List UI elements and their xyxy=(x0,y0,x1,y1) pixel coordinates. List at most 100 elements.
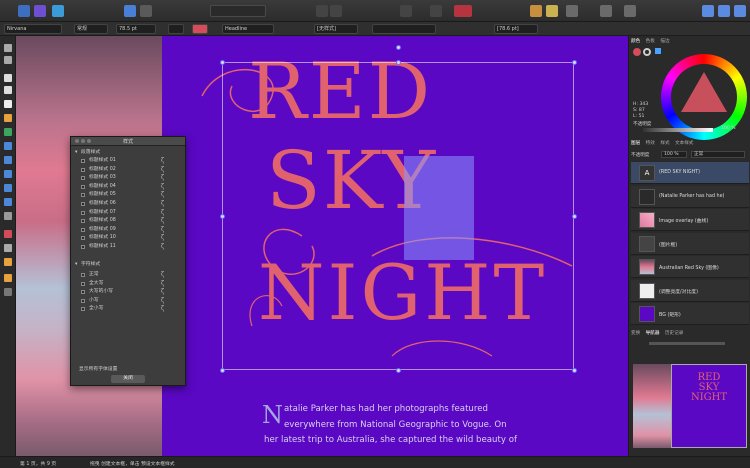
alignment-group[interactable] xyxy=(372,24,436,34)
character-style-item[interactable]: 全大写 ζ xyxy=(71,280,185,288)
node-tool-icon[interactable] xyxy=(4,56,12,64)
paragraph-style-item[interactable]: 标题样式 01 ζ xyxy=(71,157,185,165)
preflight-icon[interactable] xyxy=(454,5,472,17)
fill-tool-icon[interactable] xyxy=(4,230,12,238)
app-logo-icon[interactable] xyxy=(4,5,16,17)
character-style-item[interactable]: 全小写 ζ xyxy=(71,305,185,313)
tab-effects[interactable]: 特效 xyxy=(646,141,655,146)
character-style-select[interactable]: [无样式] xyxy=(314,24,358,34)
resize-handle-t[interactable] xyxy=(396,60,401,65)
flip-icon[interactable] xyxy=(624,5,636,17)
paragraph-style-item[interactable]: 标题样式 05 ζ xyxy=(71,191,185,199)
arrange-icon[interactable] xyxy=(530,5,542,17)
character-styles-group[interactable]: ▾ 字符样式 xyxy=(71,261,185,269)
style-checkbox[interactable] xyxy=(81,167,85,172)
font-size-field[interactable]: 78.5 pt xyxy=(116,24,156,34)
paragraph-style-item[interactable]: 标题样式 03 ζ xyxy=(71,174,185,182)
style-checkbox[interactable] xyxy=(81,219,85,224)
page-indicator[interactable]: 第 1 页，共 9 页 xyxy=(20,460,56,467)
body-text-frame[interactable]: N atalie Parker has had her photographs … xyxy=(262,402,564,449)
navigator-tabs[interactable]: 变换 导航器 历史记录 xyxy=(631,330,687,338)
navigator-thumbnail[interactable]: RED SKY NIGHT xyxy=(633,364,747,448)
window-titlebar[interactable]: 样式 xyxy=(71,137,185,146)
resize-handle-b[interactable] xyxy=(396,368,401,373)
artistic-text-tool-icon[interactable] xyxy=(4,100,12,108)
resize-handle-br[interactable] xyxy=(572,368,577,373)
close-button[interactable]: 关闭 xyxy=(111,375,145,383)
picture-frame-tool-icon[interactable] xyxy=(4,184,12,192)
style-checkbox[interactable] xyxy=(81,202,85,206)
studio-icon[interactable] xyxy=(124,5,136,17)
layers-panel-tabs[interactable]: 图层 特效 样式 文本样式 xyxy=(631,140,697,148)
paragraph-style-item[interactable]: 标题样式 06 ζ xyxy=(71,200,185,208)
snap-icon[interactable] xyxy=(316,5,328,17)
show-all-settings-label[interactable]: 显示所有字体设置 xyxy=(79,365,117,372)
style-checkbox[interactable] xyxy=(81,210,85,215)
tab-styles[interactable]: 样式 xyxy=(660,141,669,146)
resize-handle-r[interactable] xyxy=(572,214,577,219)
tab-transform[interactable]: 变换 xyxy=(631,331,640,336)
pencil-tool-icon[interactable] xyxy=(4,128,12,136)
opacity-value[interactable]: 100 % xyxy=(721,126,736,131)
layer-row[interactable]: BG (矩形) xyxy=(631,303,749,325)
layer-row[interactable]: Image overlay (曲线) xyxy=(631,209,749,231)
frame-text-tool-icon[interactable] xyxy=(4,74,12,82)
paragraph-style-item[interactable]: 标题样式 11 ζ xyxy=(71,243,185,251)
rectangle-tool-icon[interactable] xyxy=(4,142,12,150)
layer-row[interactable]: (Natalie Parker has had he) xyxy=(631,185,749,208)
resize-handle-bl[interactable] xyxy=(220,368,225,373)
style-checkbox[interactable] xyxy=(81,159,85,163)
style-checkbox[interactable] xyxy=(81,290,85,295)
font-family-select[interactable]: Nirvana xyxy=(4,24,62,34)
pen-tool-icon[interactable] xyxy=(4,114,12,122)
style-checkbox[interactable] xyxy=(81,307,85,312)
stroke-color-circle[interactable] xyxy=(643,48,651,56)
tab-color[interactable]: 颜色 xyxy=(631,39,640,44)
font-style-select[interactable]: 常规 xyxy=(74,24,108,34)
text-frame-icon[interactable] xyxy=(430,5,442,17)
chevron-down-icon[interactable]: ▾ xyxy=(75,149,77,157)
view-mode-group[interactable] xyxy=(210,5,266,17)
persona-photo-icon[interactable] xyxy=(18,5,30,17)
hand-tool-icon[interactable] xyxy=(4,274,12,282)
help-icon[interactable] xyxy=(734,5,746,17)
chevron-down-icon[interactable]: ▾ xyxy=(75,261,77,269)
vector-crop-tool-icon[interactable] xyxy=(4,198,12,206)
persona-pixel-icon[interactable] xyxy=(34,5,46,17)
leading-field[interactable]: [78.6 pt] xyxy=(494,24,538,34)
layer-row[interactable]: A (RED SKY NIGHT) xyxy=(631,162,749,184)
snap-options-icon[interactable] xyxy=(330,5,342,17)
table-tool-icon[interactable] xyxy=(4,86,12,94)
tab-navigator[interactable]: 导航器 xyxy=(646,331,660,336)
paragraph-style-item[interactable]: 标题样式 07 ζ xyxy=(71,209,185,217)
layer-row[interactable]: (图片框) xyxy=(631,232,749,255)
layer-row[interactable]: (调整亮度/对比度) xyxy=(631,279,749,302)
style-checkbox[interactable] xyxy=(81,245,85,249)
tab-stroke[interactable]: 描边 xyxy=(660,39,669,44)
character-style-item[interactable]: 正常 ζ xyxy=(71,271,185,279)
style-checkbox[interactable] xyxy=(81,176,85,181)
selection-bounding-box[interactable] xyxy=(222,62,574,370)
align-icon[interactable] xyxy=(546,5,558,17)
ellipse-tool-icon[interactable] xyxy=(4,156,12,164)
paragraph-style-item[interactable]: 标题样式 08 ζ xyxy=(71,217,185,225)
tab-swatches[interactable]: 色板 xyxy=(646,39,655,44)
style-checkbox[interactable] xyxy=(81,298,85,303)
paragraph-style-select[interactable]: Headline xyxy=(222,24,274,34)
paragraph-style-item[interactable]: 标题样式 09 ζ xyxy=(71,226,185,234)
paragraph-style-item[interactable]: 标题样式 10 ζ xyxy=(71,234,185,242)
navigator-zoom-slider[interactable] xyxy=(649,342,725,345)
blend-mode-select[interactable]: 正常 xyxy=(691,151,745,158)
style-checkbox[interactable] xyxy=(81,184,85,189)
fill-color-swatch[interactable] xyxy=(192,24,208,34)
persona-export-icon[interactable] xyxy=(52,5,64,17)
paragraph-style-item[interactable]: 标题样式 04 ζ xyxy=(71,183,185,191)
layer-opacity-field[interactable]: 100 % xyxy=(661,151,687,158)
text-styles-window[interactable]: 样式 ▾ 段落样式 ▾ 字符样式 显示所有字体设置 关闭 标题样式 01 ζ 标题样式 … xyxy=(70,136,186,386)
shape-tool-icon[interactable] xyxy=(4,170,12,178)
style-checkbox[interactable] xyxy=(81,193,85,198)
tab-history[interactable]: 历史记录 xyxy=(665,331,683,336)
paragraph-styles-group[interactable]: ▾ 段落样式 xyxy=(71,149,185,157)
fill-color-circle[interactable] xyxy=(633,48,641,56)
resize-handle-l[interactable] xyxy=(220,214,225,219)
